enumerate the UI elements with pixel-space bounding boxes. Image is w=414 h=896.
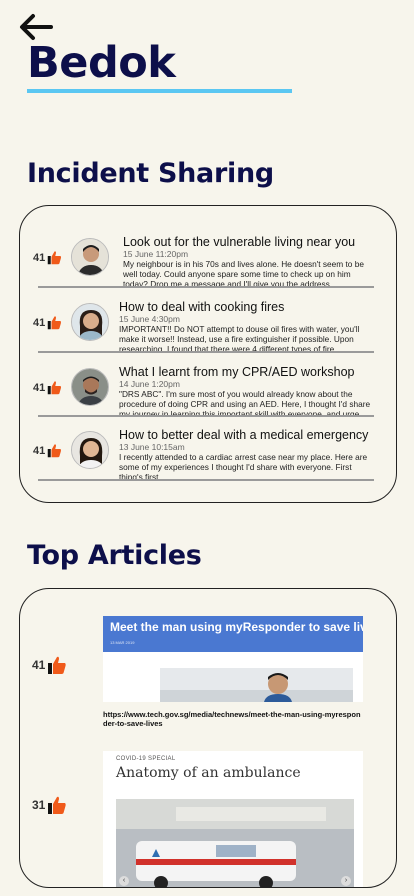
incident-datetime: 15 June 4:30pm <box>119 314 180 324</box>
thumbs-up-icon[interactable] <box>47 443 62 458</box>
like-count[interactable]: 41 <box>32 655 67 675</box>
incident-item[interactable]: 41 What I learnt from my CPR/AED worksho… <box>20 358 396 420</box>
like-count[interactable]: 41 <box>33 443 62 458</box>
avatar[interactable] <box>71 238 109 276</box>
carousel-next-button[interactable]: › <box>341 876 351 886</box>
thumbs-up-icon[interactable] <box>47 250 62 265</box>
article-image: ‹ › <box>116 799 354 887</box>
divider <box>38 351 374 353</box>
divider <box>38 286 374 288</box>
thumbs-up-icon[interactable] <box>47 315 62 330</box>
incident-title: How to better deal with a medical emerge… <box>119 428 369 442</box>
divider <box>38 479 374 481</box>
top-articles-heading: Top Articles <box>27 540 202 571</box>
incident-body: "DRS ABC". I'm sure most of you would al… <box>119 389 371 416</box>
thumbs-up-icon[interactable] <box>47 380 62 395</box>
incident-card: 41 Look out for the vulnerable living ne… <box>19 205 397 503</box>
incident-title: What I learnt from my CPR/AED workshop <box>119 365 355 379</box>
incident-datetime: 13 June 10:15am <box>119 442 185 452</box>
like-count[interactable]: 41 <box>33 380 62 395</box>
article-banner: Meet the man using myResponder to save l… <box>103 616 363 652</box>
incident-item[interactable]: 41 How to better deal with a medical eme… <box>20 421 396 483</box>
title-underline <box>27 89 292 93</box>
incident-datetime: 15 June 11:20pm <box>123 249 189 259</box>
thumbs-up-icon[interactable] <box>47 655 67 675</box>
page-title: Bedok <box>27 38 176 88</box>
like-count[interactable]: 41 <box>33 250 62 265</box>
article-kicker: COVID-19 SPECIAL <box>116 756 176 762</box>
carousel-prev-button[interactable]: ‹ <box>119 876 129 886</box>
incident-title: How to deal with cooking fires <box>119 300 285 314</box>
incident-item[interactable]: 41 Look out for the vulnerable living ne… <box>20 228 396 290</box>
article-title: Anatomy of an ambulance <box>116 765 301 781</box>
incident-item[interactable]: 41 How to deal with cooking fires 15 Jun… <box>20 293 396 355</box>
articles-card: 41 Meet the man using myResponder to sav… <box>19 588 397 888</box>
divider <box>38 415 374 417</box>
like-count[interactable]: 31 <box>32 795 67 815</box>
incident-body: My neighbour is in his 70s and lives alo… <box>123 259 364 286</box>
article-image <box>103 652 363 702</box>
article-banner-date: 13 MAR 2019 <box>110 640 135 645</box>
avatar[interactable] <box>71 431 109 469</box>
incident-datetime: 14 June 1:20pm <box>119 379 180 389</box>
avatar[interactable] <box>71 303 109 341</box>
article-thumbnail[interactable]: Meet the man using myResponder to save l… <box>103 616 363 702</box>
article-link[interactable]: https://www.tech.gov.sg/media/technews/m… <box>103 710 365 728</box>
incident-sharing-heading: Incident Sharing <box>27 158 274 189</box>
avatar[interactable] <box>71 368 109 406</box>
thumbs-up-icon[interactable] <box>47 795 67 815</box>
incident-body: I recently attended to a cardiac arrest … <box>119 452 368 479</box>
incident-body: IMPORTANT!! Do NOT attempt to douse oil … <box>119 324 360 351</box>
like-count[interactable]: 41 <box>33 315 62 330</box>
article-thumbnail[interactable]: COVID-19 SPECIAL Anatomy of an ambulance… <box>103 751 363 887</box>
article-banner-title: Meet the man using myResponder to save l… <box>110 620 363 634</box>
incident-title: Look out for the vulnerable living near … <box>123 235 356 249</box>
